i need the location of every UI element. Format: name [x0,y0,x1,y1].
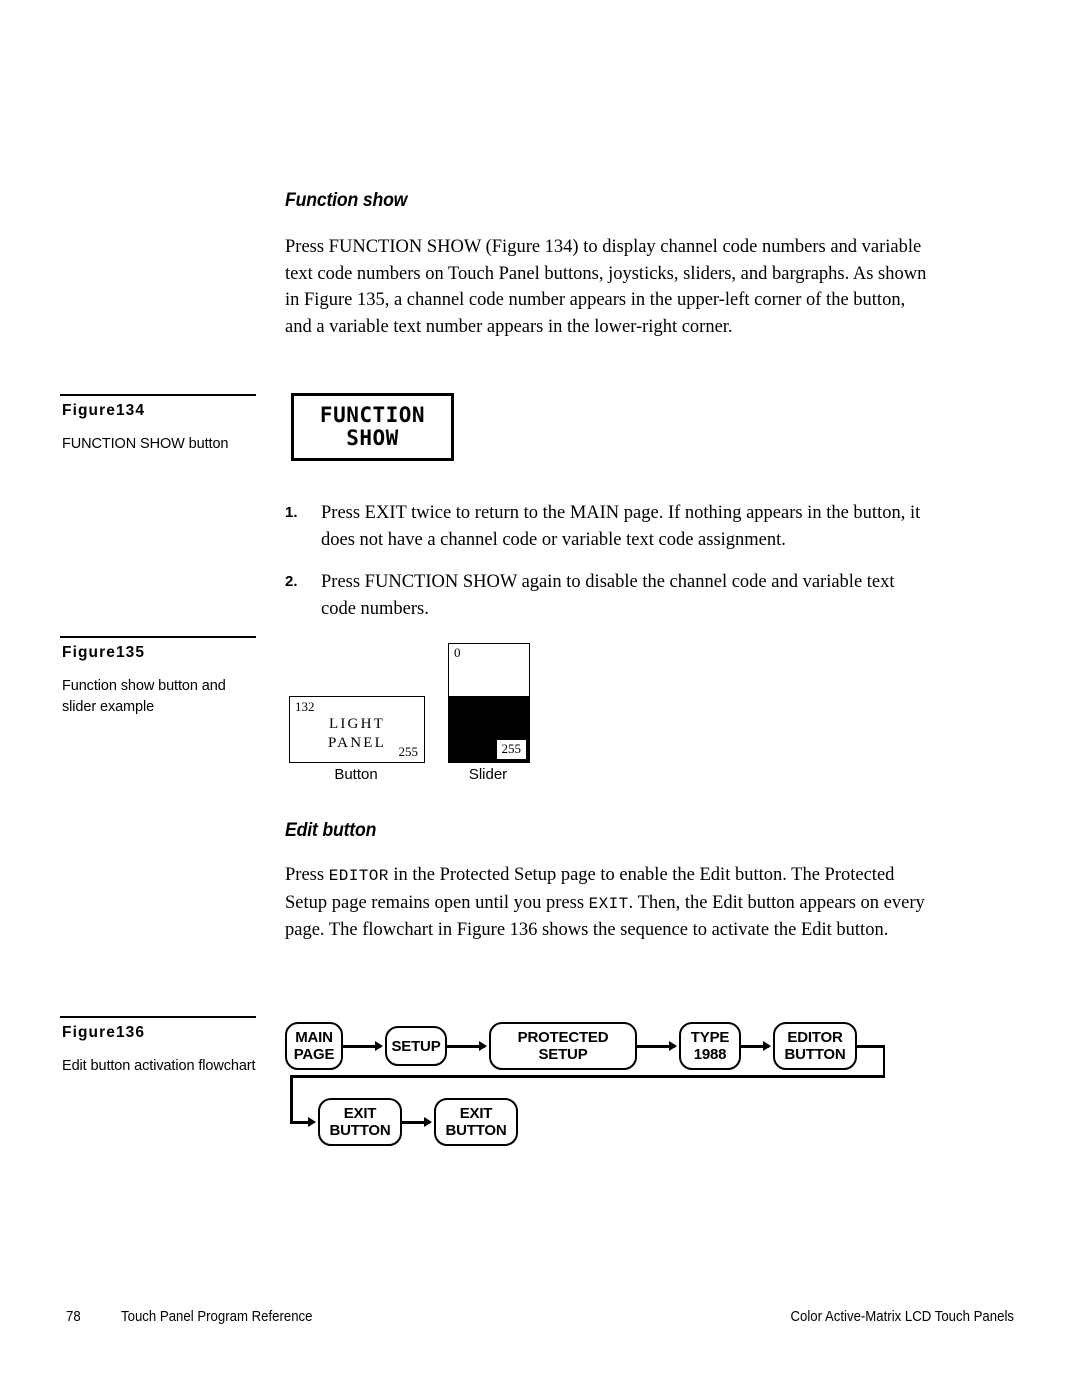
figure134-description: FUNCTION SHOW button [62,436,229,452]
flow-node-type-1988[interactable]: TYPE 1988 [679,1022,741,1070]
document-page: Function show Press FUNCTION SHOW (Figur… [0,0,1080,1397]
edit-button-flowchart: MAIN PAGE SETUP PROTECTED SETUP TYPE 198… [285,1018,885,1158]
flow-node-line2: 1988 [693,1046,727,1063]
figure135-label: Figure135 [62,644,146,661]
flow-node-main-page[interactable]: MAIN PAGE [285,1022,343,1070]
flow-node-editor-button[interactable]: EDITOR BUTTON [773,1022,857,1070]
flow-node-line1: EXIT [459,1105,493,1122]
flow-node-line2: PAGE [293,1046,335,1063]
flow-node-line2: SETUP [538,1046,588,1063]
function-show-steps: 1. Press EXIT twice to return to the MAI… [285,500,933,638]
paragraph-function-show: Press FUNCTION SHOW (Figure 134) to disp… [285,237,927,337]
flow-node-protected-setup[interactable]: PROTECTED SETUP [489,1022,637,1070]
flow-arrowhead [375,1041,383,1051]
step-item: 1. Press EXIT twice to return to the MAI… [285,500,933,553]
figure136-rule [60,1016,256,1018]
touch-panel-button-example[interactable]: 132 LIGHT PANEL 255 [289,696,425,763]
paragraph-edit-button: Press EDITOR in the Protected Setup page… [285,862,933,944]
step-marker: 1. [285,504,298,521]
figure134-label: Figure134 [62,402,146,419]
figure135-description: Function show button and slider example [62,678,226,715]
button-variable-text-code: 255 [398,744,419,759]
slider-sublabel: Slider [468,766,508,783]
flow-wrap-connector-right [882,1045,885,1077]
slider-channel-code: 0 [454,645,461,660]
footer-product-name: Color Active-Matrix LCD Touch Panels [790,1308,1014,1325]
flow-node-line2: BUTTON [445,1122,507,1139]
flow-node-setup[interactable]: SETUP [385,1026,447,1066]
figure136-caption: Figure136 Edit button activation flowcha… [62,1024,262,1077]
footer-page-number: 78 [66,1308,81,1325]
flow-wrap-connector-left [290,1075,293,1123]
touch-panel-slider-example[interactable]: 0 255 [448,643,530,763]
flow-arrowhead [308,1117,316,1127]
flow-arrowhead [763,1041,771,1051]
step-item: 2. Press FUNCTION SHOW again to disable … [285,569,933,622]
step-text: Press FUNCTION SHOW again to disable the… [321,572,895,619]
figure135-artwork: 132 LIGHT PANEL 255 Button 0 255 Slider [285,640,545,795]
figure135-caption: Figure135 Function show button and slide… [62,644,262,718]
button-label-line1: LIGHT [329,716,385,732]
flow-node-line1: TYPE [690,1029,730,1046]
flow-node-line1: EDITOR [787,1029,843,1046]
flow-node-line1: SETUP [391,1037,441,1055]
section-heading-function-show: Function show [285,190,408,211]
figure134-rule [60,394,256,396]
figure135-rule [60,636,256,638]
flow-node-line2: BUTTON [329,1122,391,1139]
flow-node-line1: PROTECTED [517,1029,609,1046]
section-heading-edit-button: Edit button [285,820,377,841]
flow-arrowhead [669,1041,677,1051]
flow-node-line1: MAIN [295,1029,333,1046]
button-channel-code: 132 [295,699,315,714]
edit-paragraph-part1: Press [285,865,329,885]
flow-node-exit-button-1[interactable]: EXIT BUTTON [318,1098,402,1146]
exit-command-term: EXIT [588,894,629,913]
flow-node-line1: EXIT [343,1105,377,1122]
flow-arrowhead [479,1041,487,1051]
figure136-label: Figure136 [62,1024,146,1041]
figure134-caption: Figure134 FUNCTION SHOW button [62,402,262,455]
step-text: Press EXIT twice to return to the MAIN p… [321,503,921,550]
flow-wrap-connector-top [857,1045,885,1048]
flow-node-line2: BUTTON [784,1046,846,1063]
button-sublabel: Button [334,766,378,783]
flow-wrap-connector-bottom [290,1075,885,1078]
slider-variable-text-code: 255 [496,740,526,759]
function-show-lcd-button[interactable]: FUNCTION SHOW [291,393,454,461]
flow-node-exit-button-2[interactable]: EXIT BUTTON [434,1098,518,1146]
flow-arrowhead [424,1117,432,1127]
footer-document-title: Touch Panel Program Reference [121,1308,313,1325]
figure136-description: Edit button activation flowchart [62,1058,256,1074]
lcd-button-line2: SHOW [346,426,399,450]
lcd-button-line1: FUNCTION [319,403,426,427]
step-marker: 2. [285,573,298,590]
editor-command-term: EDITOR [328,867,389,885]
